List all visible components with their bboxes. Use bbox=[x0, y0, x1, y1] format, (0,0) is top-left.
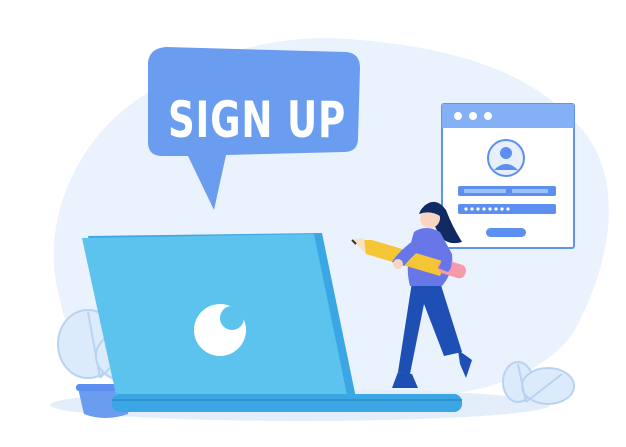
user-avatar-icon bbox=[487, 139, 525, 177]
submit-button[interactable] bbox=[486, 228, 526, 237]
laptop-base bbox=[112, 394, 462, 412]
window-dot-icon bbox=[469, 112, 477, 120]
signup-form-window bbox=[441, 103, 575, 249]
window-dot-icon bbox=[484, 112, 492, 120]
signup-callout-text: SIGN UP bbox=[168, 91, 346, 149]
laptop-logo-icon bbox=[194, 304, 246, 356]
small-plant-right bbox=[502, 361, 575, 405]
window-dot-icon bbox=[454, 112, 462, 120]
signup-illustration: SIGN UP bbox=[50, 38, 609, 421]
